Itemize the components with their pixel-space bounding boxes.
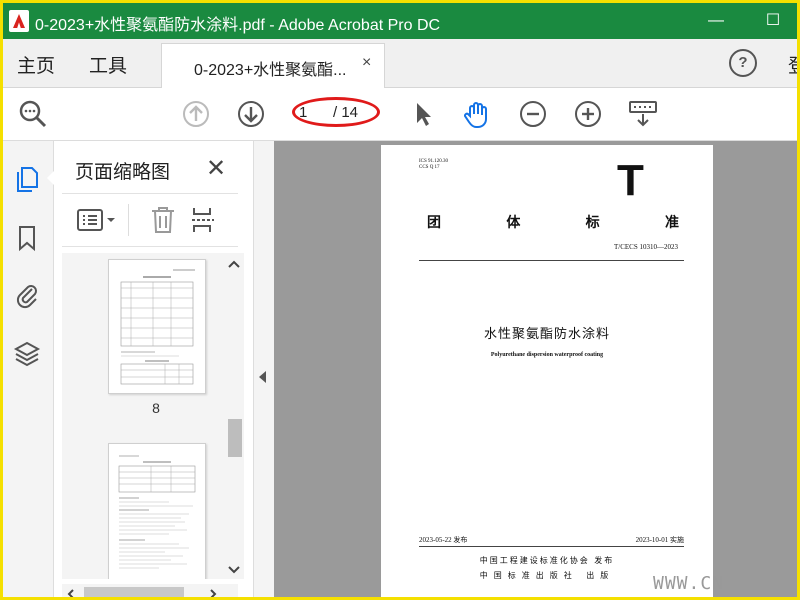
thumbnail-text-preview (118, 455, 196, 569)
document-tab[interactable]: 0-2023+水性聚氨酯... × (161, 43, 385, 88)
minimize-button[interactable]: — (701, 7, 731, 35)
ccs-code: CCS Q 17 (419, 165, 440, 170)
publish-date: 2023-05-22 发布 (419, 536, 468, 544)
page-thumbnail-8[interactable] (108, 259, 206, 394)
tab-close-button[interactable]: × (362, 54, 371, 72)
page-thumbnails-icon[interactable] (13, 165, 41, 193)
standard-category: 团 体 标 准 (427, 212, 679, 232)
title-bar: 0-2023+水性聚氨酯防水涂料.pdf - Adobe Acrobat Pro… (3, 3, 797, 39)
keyboard-scroll-icon[interactable] (627, 98, 659, 130)
toolbar-divider (128, 204, 129, 236)
rail-active-indicator (47, 171, 54, 185)
page-thumbnail-9[interactable] (108, 443, 206, 579)
annotation-circle (292, 97, 380, 127)
help-button[interactable]: ? (729, 49, 757, 77)
thumbnail-page-number: 8 (152, 400, 160, 416)
extract-pages-icon[interactable] (190, 206, 216, 234)
panel-title: 页面缩略图 (75, 162, 171, 183)
implement-date: 2023-10-01 实施 (635, 536, 684, 544)
toolbar: 1 / 14 (3, 88, 797, 141)
search-icon[interactable] (17, 98, 49, 130)
scroll-left-icon[interactable] (66, 588, 76, 600)
thumbnail-table-preview (120, 269, 195, 385)
horizontal-scrollbar-thumb[interactable] (84, 587, 184, 597)
sign-in-button[interactable]: 登 (788, 51, 797, 78)
category-char: 准 (664, 215, 679, 231)
document-ics-codes: ICS 91.120.30 CCS Q 17 (419, 159, 448, 171)
maximize-button[interactable]: ☐ (758, 7, 788, 35)
next-page-icon[interactable] (235, 98, 267, 130)
thumbnail-vertical-scrollbar[interactable] (224, 253, 244, 579)
menu-home[interactable]: 主页 (17, 51, 55, 78)
attachment-icon[interactable] (13, 281, 41, 309)
scroll-up-icon[interactable] (227, 259, 241, 269)
watermark: WWW.CN (653, 573, 725, 594)
select-arrow-icon[interactable] (406, 98, 438, 130)
acrobat-logo-icon (9, 10, 29, 32)
page-thumbnails-panel: 页面缩略图 ✕ 8 (54, 141, 252, 600)
thumbnail-horizontal-scrollbar[interactable] (62, 584, 238, 600)
standard-number: T/CECS 10310—2023 (614, 243, 678, 251)
pdf-page: ICS 91.120.30 CCS Q 17 T 团 体 标 准 T/CECS … (381, 145, 713, 597)
thumbnail-list[interactable]: 8 (62, 253, 224, 579)
document-title: 水性聚氨酯防水涂料 (483, 327, 610, 342)
category-char: 标 (585, 215, 600, 231)
tab-label: 0-2023+水性聚氨酯... (194, 62, 347, 79)
hand-tool-icon[interactable] (461, 98, 493, 130)
collapse-panel-icon[interactable] (259, 371, 266, 383)
zoom-out-icon[interactable] (517, 98, 549, 130)
document-view[interactable]: ICS 91.120.30 CCS Q 17 T 团 体 标 准 T/CECS … (274, 141, 797, 597)
document-subtitle-en: Polyurethane dispersion waterproof coati… (490, 352, 604, 358)
scroll-right-icon[interactable] (208, 588, 218, 600)
panel-splitter[interactable] (253, 141, 274, 597)
panel-toolbar (62, 193, 238, 247)
standard-type-letter: T (617, 156, 644, 205)
publisher-line-1: 中国工程建设标准化协会 发布 (479, 556, 615, 565)
navigation-rail (3, 141, 54, 597)
header-rule (419, 260, 684, 261)
window-title: 0-2023+水性聚氨酯防水涂料.pdf - Adobe Acrobat Pro… (35, 17, 441, 34)
category-char: 团 (427, 215, 441, 231)
bookmark-icon[interactable] (13, 224, 41, 252)
layers-icon[interactable] (13, 339, 41, 367)
menu-bar: 主页 工具 0-2023+水性聚氨酯... × ? 登 (3, 39, 797, 88)
scroll-down-icon[interactable] (227, 565, 241, 575)
zoom-in-icon[interactable] (572, 98, 604, 130)
options-menu-icon[interactable] (76, 208, 118, 232)
delete-icon[interactable] (150, 206, 176, 234)
scrollbar-thumb[interactable] (228, 419, 242, 457)
footer-rule (419, 546, 684, 547)
app-window: 0-2023+水性聚氨酯防水涂料.pdf - Adobe Acrobat Pro… (0, 0, 800, 600)
panel-close-button[interactable]: ✕ (206, 154, 226, 183)
category-char: 体 (506, 215, 521, 231)
previous-page-icon[interactable] (180, 98, 212, 130)
menu-tools[interactable]: 工具 (89, 51, 127, 78)
